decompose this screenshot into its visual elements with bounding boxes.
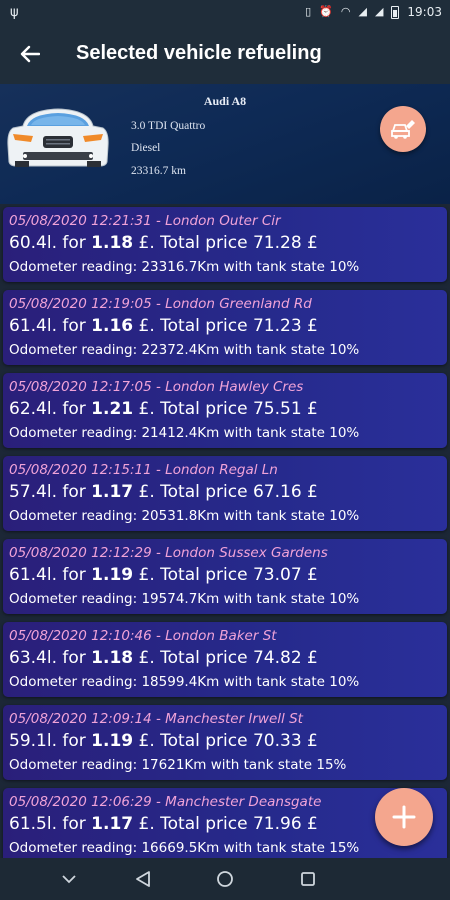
- refueling-price: 59.1l. for 1.19 £. Total price 70.33 £: [9, 731, 318, 751]
- plus-icon: [392, 805, 416, 829]
- page-title: Selected vehicle refueling: [76, 42, 322, 64]
- refueling-odometer: Odometer reading: 19574.7Km with tank st…: [9, 591, 360, 607]
- signal-icon-2: ◢: [374, 5, 384, 18]
- refueling-price: 63.4l. for 1.18 £. Total price 74.82 £: [9, 648, 318, 668]
- chevron-down-icon: [62, 875, 76, 884]
- alarm-icon: ⏰: [319, 5, 333, 18]
- nav-collapse-button[interactable]: [59, 869, 79, 889]
- refueling-date-location: 05/08/2020 12:17:05 - London Hawley Cres: [9, 379, 304, 395]
- refueling-date-location: 05/08/2020 12:19:05 - London Greenland R…: [9, 296, 312, 312]
- app-bar: Selected vehicle refueling: [0, 26, 450, 84]
- refueling-item[interactable]: 05/08/2020 12:10:46 - London Baker St 63…: [3, 622, 447, 697]
- home-circle-icon: [217, 871, 233, 887]
- vehicle-fuel: Diesel: [131, 142, 161, 154]
- refueling-odometer: Odometer reading: 21412.4Km with tank st…: [9, 425, 360, 441]
- vehicle-header: Audi A8 3.0 TDI Quattro Diesel 23316.7 k…: [0, 84, 450, 204]
- refueling-odometer: Odometer reading: 22372.4Km with tank st…: [9, 342, 360, 358]
- recents-square-icon: [301, 872, 315, 886]
- back-triangle-icon: [136, 871, 150, 887]
- status-time: 19:03: [407, 5, 442, 19]
- refueling-date-location: 05/08/2020 12:12:29 - London Sussex Gard…: [9, 545, 328, 561]
- refueling-odometer: Odometer reading: 20531.8Km with tank st…: [9, 508, 360, 524]
- battery-icon: [391, 5, 400, 19]
- nav-back-button[interactable]: [133, 869, 153, 889]
- refueling-price: 61.5l. for 1.17 £. Total price 71.96 £: [9, 814, 318, 834]
- refueling-item[interactable]: 05/08/2020 12:17:05 - London Hawley Cres…: [3, 373, 447, 448]
- refueling-price: 60.4l. for 1.18 £. Total price 71.28 £: [9, 233, 318, 253]
- refueling-odometer: Odometer reading: 23316.7Km with tank st…: [9, 259, 360, 275]
- vehicle-mileage: 23316.7 km: [131, 165, 186, 177]
- refueling-date-location: 05/08/2020 12:15:11 - London Regal Ln: [9, 462, 278, 478]
- refueling-item[interactable]: 05/08/2020 12:15:11 - London Regal Ln 57…: [3, 456, 447, 531]
- refueling-date-location: 05/08/2020 12:06:29 - Manchester Deansga…: [9, 794, 322, 810]
- refueling-date-location: 05/08/2020 12:09:14 - Manchester Irwell …: [9, 711, 303, 727]
- refueling-odometer: Odometer reading: 17621Km with tank stat…: [9, 757, 347, 773]
- refueling-item[interactable]: 05/08/2020 12:21:31 - London Outer Cir 6…: [3, 207, 447, 282]
- system-nav-bar: [0, 858, 450, 900]
- refueling-item[interactable]: 05/08/2020 12:19:05 - London Greenland R…: [3, 290, 447, 365]
- car-edit-icon: [391, 120, 415, 139]
- car-image: [7, 108, 109, 167]
- wifi-icon: ◠: [340, 5, 351, 18]
- status-bar: ψ ▯ ⏰ ◠ ◢ ◢ 19:03: [0, 0, 450, 26]
- refueling-list: 05/08/2020 12:21:31 - London Outer Cir 6…: [0, 204, 450, 858]
- vehicle-engine: 3.0 TDI Quattro: [131, 120, 206, 132]
- back-button[interactable]: [16, 40, 44, 68]
- refueling-date-location: 05/08/2020 12:21:31 - London Outer Cir: [9, 213, 281, 229]
- nav-recents-button[interactable]: [298, 869, 318, 889]
- vibrate-icon: ▯: [305, 5, 312, 18]
- refueling-price: 61.4l. for 1.16 £. Total price 71.23 £: [9, 316, 318, 336]
- usb-icon: ψ: [10, 5, 19, 20]
- signal-icon: ◢: [358, 5, 367, 18]
- add-refueling-button[interactable]: [375, 788, 433, 846]
- edit-vehicle-button[interactable]: [380, 106, 426, 152]
- refueling-date-location: 05/08/2020 12:10:46 - London Baker St: [9, 628, 277, 644]
- nav-home-button[interactable]: [215, 869, 235, 889]
- refueling-price: 57.4l. for 1.17 £. Total price 67.16 £: [9, 482, 318, 502]
- refueling-odometer: Odometer reading: 16669.5Km with tank st…: [9, 840, 360, 856]
- refueling-odometer: Odometer reading: 18599.4Km with tank st…: [9, 674, 360, 690]
- vehicle-name: Audi A8: [203, 94, 247, 108]
- refueling-price: 62.4l. for 1.21 £. Total price 75.51 £: [9, 399, 318, 419]
- refueling-item[interactable]: 05/08/2020 12:12:29 - London Sussex Gard…: [3, 539, 447, 614]
- refueling-price: 61.4l. for 1.19 £. Total price 73.07 £: [9, 565, 318, 585]
- refueling-item[interactable]: 05/08/2020 12:09:14 - Manchester Irwell …: [3, 705, 447, 780]
- arrow-left-icon: [20, 45, 40, 63]
